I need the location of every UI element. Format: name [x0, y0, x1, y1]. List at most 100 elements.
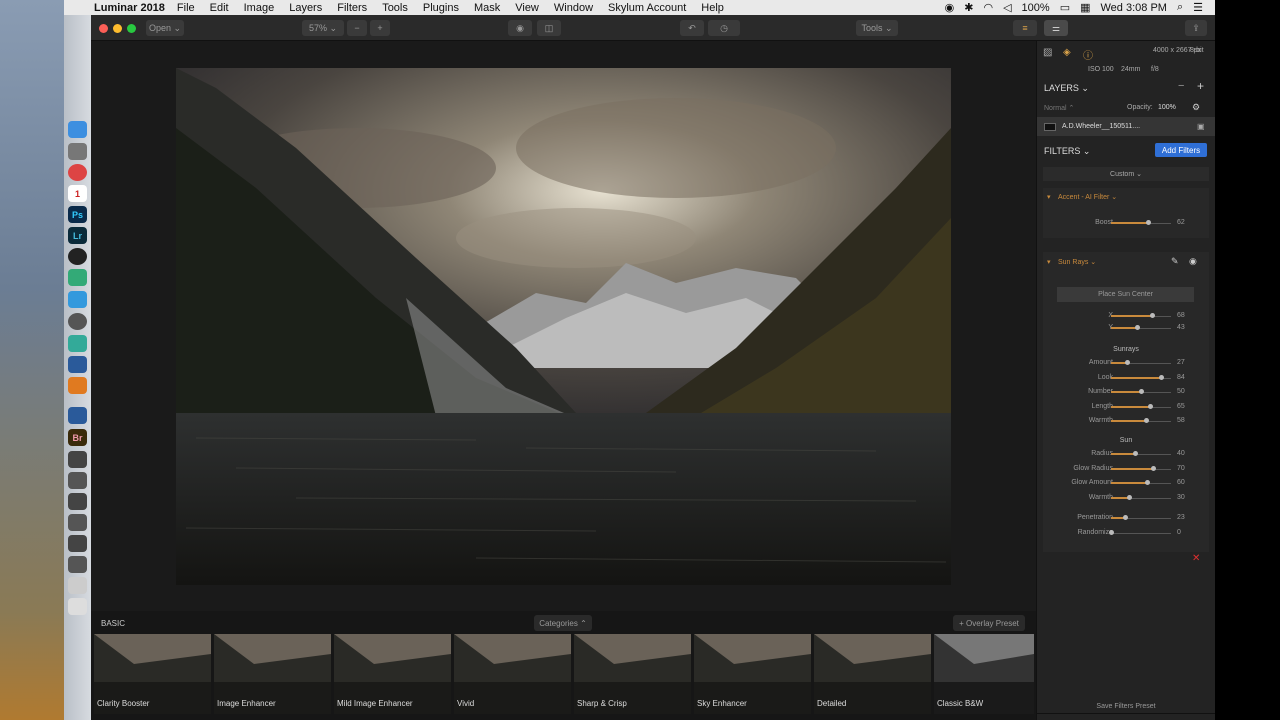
zoom-dropdown[interactable]: 57% ⌄ [302, 20, 344, 36]
preset-thumbnail[interactable]: Clarity Booster [94, 634, 211, 714]
tools-dropdown[interactable]: Tools ⌄ [856, 20, 898, 36]
slider-handle[interactable] [1122, 515, 1128, 520]
lock-icon[interactable]: ▣ [1197, 122, 1205, 131]
slider-value[interactable]: 50 [1177, 388, 1185, 395]
menu-image[interactable]: Image [244, 2, 275, 14]
menu-help[interactable]: Help [701, 2, 724, 14]
zoom-window-button[interactable] [127, 24, 136, 33]
menu-view[interactable]: View [515, 2, 539, 14]
menu-mask[interactable]: Mask [474, 2, 500, 14]
app-icon[interactable] [68, 269, 87, 286]
preset-thumbnail[interactable]: Sky Enhancer [694, 634, 811, 714]
slider-handle[interactable] [1139, 389, 1144, 394]
layer-settings-gear-icon[interactable]: ⚙ [1192, 102, 1200, 113]
affinity-icon[interactable] [68, 335, 87, 352]
minimize-window-button[interactable] [113, 24, 122, 33]
slider-value[interactable]: 84 [1177, 374, 1185, 381]
sunrays-amount-slider[interactable]: Amount 27 [1037, 358, 1215, 368]
system-preferences-icon[interactable] [68, 313, 87, 330]
menu-plugins[interactable]: Plugins [423, 2, 459, 14]
finder-icon[interactable] [68, 121, 87, 138]
menu-skylum-account[interactable]: Skylum Account [608, 2, 686, 14]
overlay-preset-button[interactable]: + Overlay Preset [953, 615, 1025, 631]
folder-icon[interactable] [68, 472, 87, 489]
slider-value[interactable]: 30 [1177, 494, 1185, 501]
boost-slider[interactable]: Boost 62 [1037, 218, 1215, 228]
collapse-chevron-icon[interactable]: ▾ [1047, 258, 1051, 266]
sunrays-number-slider[interactable]: Number 50 [1037, 387, 1215, 397]
slider-handle[interactable] [1134, 325, 1140, 330]
flag-icon[interactable]: ▦ [1080, 1, 1090, 14]
histogram-icon[interactable]: ▨ [1043, 47, 1052, 58]
info-icon[interactable]: ⓘ [1083, 47, 1093, 62]
sun-radius-slider[interactable]: Radius 40 [1037, 449, 1215, 459]
slider-handle[interactable] [1151, 465, 1156, 471]
notification-center-icon[interactable]: ☰ [1193, 1, 1203, 14]
slider-handle[interactable] [1159, 374, 1165, 380]
slider-value[interactable]: 23 [1177, 514, 1185, 521]
slider-handle[interactable] [1148, 403, 1153, 409]
folder-icon[interactable] [68, 451, 87, 468]
luminar-alt-icon[interactable] [68, 407, 87, 424]
sun-glow-amount-slider[interactable]: Glow Amount 60 [1037, 478, 1215, 488]
slider-value[interactable]: 0 [1177, 529, 1181, 536]
presets-panel-icon[interactable]: ≡ [1013, 20, 1037, 36]
y-slider[interactable]: Y 43 [1037, 323, 1215, 333]
layer-name[interactable]: A.D.Wheeler__150511.... [1062, 123, 1140, 130]
document-icon[interactable] [68, 577, 87, 594]
sun-glow-radius-slider[interactable]: Glow Radius 70 [1037, 464, 1215, 474]
remove-filter-x-icon[interactable]: ✕ [1192, 553, 1200, 564]
menu-layers[interactable]: Layers [289, 2, 322, 14]
landscape-photo[interactable] [176, 68, 951, 585]
slider-value[interactable]: 27 [1177, 359, 1185, 366]
preset-thumbnail[interactable]: Vivid [454, 634, 571, 714]
place-sun-center-button[interactable]: Place Sun Center [1057, 287, 1194, 302]
app-store-icon[interactable] [68, 291, 87, 308]
layers-title[interactable]: LAYERS ⌄ [1044, 83, 1089, 94]
zoom-in-button[interactable]: + [370, 20, 390, 36]
preset-thumbnail[interactable]: Image Enhancer [214, 634, 331, 714]
visibility-eye-icon[interactable]: ◉ [1189, 256, 1197, 267]
slider-value[interactable]: 43 [1177, 324, 1185, 331]
launchpad-icon[interactable] [68, 143, 87, 160]
slider-track[interactable] [1111, 532, 1171, 534]
slider-handle[interactable] [1127, 494, 1132, 500]
chrome-icon[interactable] [68, 164, 87, 181]
preview-eye-icon[interactable]: ◉ [508, 20, 532, 36]
collapse-chevron-icon[interactable]: ▾ [1047, 193, 1051, 201]
randomize-slider[interactable]: Randomize 0 [1037, 528, 1215, 538]
sunrays-look-slider[interactable]: Look 84 [1037, 373, 1215, 383]
clock[interactable]: Wed 3:08 PM [1101, 2, 1167, 14]
slider-value[interactable]: 70 [1177, 465, 1185, 472]
compare-icon[interactable]: ◫ [537, 20, 561, 36]
sunrays-warmth-slider[interactable]: Warmth 58 [1037, 416, 1215, 426]
calendar-icon[interactable]: 1 [68, 185, 87, 202]
layers-icon[interactable]: ◈ [1063, 47, 1071, 58]
status-icon[interactable]: ◉ [945, 1, 955, 14]
layer-row[interactable]: A.D.Wheeler__150511.... ▣ [1037, 117, 1215, 136]
slider-handle[interactable] [1133, 451, 1138, 456]
lightroom-icon[interactable]: Lr [68, 227, 87, 244]
sun-warmth-slider[interactable]: Warmth 30 [1037, 493, 1215, 503]
app-menu[interactable]: Luminar 2018 [94, 2, 165, 14]
zoom-out-button[interactable]: − [347, 20, 367, 36]
sunrays-length-slider[interactable]: Length 65 [1037, 402, 1215, 412]
x-slider[interactable]: X 68 [1037, 311, 1215, 321]
opacity-value[interactable]: 100% [1158, 104, 1176, 111]
share-icon[interactable]: ⇪ [1185, 20, 1207, 36]
sun-rays-title[interactable]: Sun Rays ⌄ [1058, 258, 1096, 266]
battery-percent[interactable]: 100% [1022, 2, 1050, 14]
slider-handle[interactable] [1146, 220, 1152, 225]
slider-handle[interactable] [1149, 313, 1155, 318]
canvas-area[interactable] [91, 41, 1036, 611]
preset-thumbnail[interactable]: Sharp & Crisp [574, 634, 691, 714]
blend-mode-dropdown[interactable]: Normal ⌃ [1044, 104, 1074, 112]
photoshop-icon[interactable]: Ps [68, 206, 87, 223]
filters-title[interactable]: FILTERS ⌄ [1044, 146, 1090, 157]
folder-icon[interactable] [68, 493, 87, 510]
volume-icon[interactable]: ◁ [1003, 1, 1011, 14]
menu-window[interactable]: Window [554, 2, 593, 14]
penetration-slider[interactable]: Penetration 23 [1037, 513, 1215, 523]
trash-icon[interactable] [68, 598, 87, 615]
folder-icon[interactable] [68, 514, 87, 531]
